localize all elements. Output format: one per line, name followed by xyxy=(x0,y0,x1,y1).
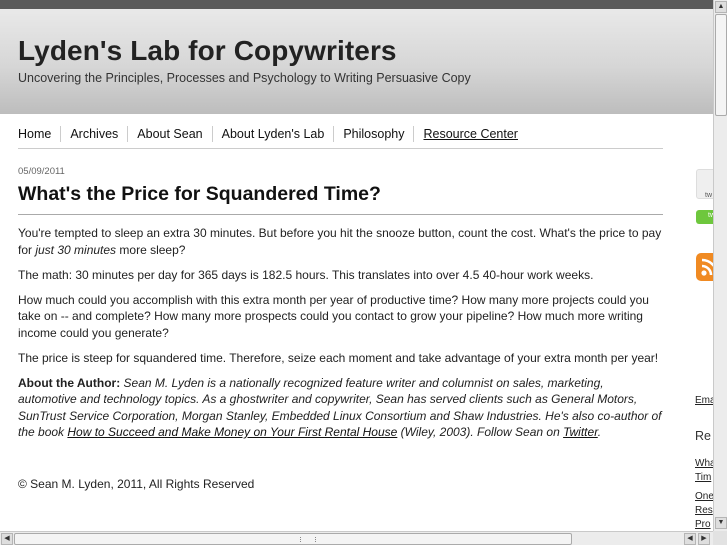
author-bio: About the Author: Sean M. Lyden is a nat… xyxy=(18,375,662,440)
arrow-up-icon[interactable]: ▲ xyxy=(715,1,727,13)
scrollbar-corner xyxy=(713,531,727,545)
copyright-text: © Sean M. Lyden, 2011, All Rights Reserv… xyxy=(18,477,255,491)
nav-philosophy[interactable]: Philosophy xyxy=(333,126,413,142)
arrow-left-icon[interactable]: ◀ xyxy=(684,533,696,545)
sidebar-link[interactable]: Res xyxy=(695,505,713,516)
sidebar: tw tw Ema Re Wha Tim One Res Pro xyxy=(690,150,713,533)
arrow-down-icon[interactable]: ▼ xyxy=(715,517,727,529)
post-paragraph-3: How much could you accomplish with this … xyxy=(18,292,649,340)
horizontal-scrollbar[interactable]: ◀ ◀ ▶ xyxy=(0,531,713,545)
twitter-widget[interactable]: tw xyxy=(696,169,713,199)
sidebar-heading: Re xyxy=(695,429,711,443)
post-paragraph-4: The price is steep for squandered time. … xyxy=(18,350,659,365)
post-date: 05/09/2011 xyxy=(18,166,65,177)
nav-home[interactable]: Home xyxy=(18,126,60,142)
author-bio-label: About the Author: xyxy=(18,375,121,390)
book-link[interactable]: How to Succeed and Make Money on Your Fi… xyxy=(67,425,397,439)
site-title[interactable]: Lyden's Lab for Copywriters xyxy=(18,35,397,67)
top-strip xyxy=(0,0,713,9)
scroll-grip-icon xyxy=(300,537,316,542)
twitter-link[interactable]: Twitter xyxy=(563,425,598,439)
nav-archives[interactable]: Archives xyxy=(60,126,127,142)
sidebar-email-link[interactable]: Ema xyxy=(695,395,713,406)
sidebar-link[interactable]: Pro xyxy=(695,519,711,530)
nav-resource-center[interactable]: Resource Center xyxy=(413,126,527,142)
sidebar-link[interactable]: One xyxy=(695,491,713,502)
nav-about-lydens-lab[interactable]: About Lyden's Lab xyxy=(211,126,334,142)
title-divider xyxy=(18,214,663,215)
site-tagline: Uncovering the Principles, Processes and… xyxy=(18,71,471,85)
rss-feed-icon[interactable] xyxy=(696,253,713,281)
horizontal-scroll-thumb[interactable] xyxy=(14,533,572,545)
post-paragraph-1: You're tempted to sleep an extra 30 minu… xyxy=(18,226,662,257)
arrow-left-icon[interactable]: ◀ xyxy=(1,533,13,545)
nav-divider xyxy=(18,148,663,149)
sidebar-link[interactable]: Wha xyxy=(695,458,713,469)
vertical-scroll-thumb[interactable] xyxy=(715,14,727,116)
post-body: You're tempted to sleep an extra 30 minu… xyxy=(18,225,665,449)
post-paragraph-2: The math: 30 minutes per day for 365 day… xyxy=(18,267,594,282)
nav-about-sean[interactable]: About Sean xyxy=(127,126,211,142)
main-nav: Home Archives About Sean About Lyden's L… xyxy=(18,122,527,146)
twitter-follow-button[interactable]: tw xyxy=(696,210,713,224)
arrow-right-icon[interactable]: ▶ xyxy=(698,533,710,545)
site-header: Lyden's Lab for Copywriters Uncovering t… xyxy=(0,9,713,114)
sidebar-link[interactable]: Tim xyxy=(695,472,711,483)
post-title: What's the Price for Squandered Time? xyxy=(18,183,381,205)
vertical-scrollbar[interactable]: ▲ ▼ xyxy=(713,0,727,531)
